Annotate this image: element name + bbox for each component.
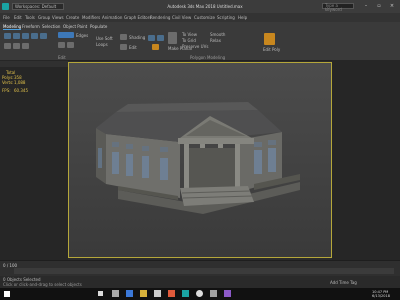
- tab-modeling[interactable]: Modeling: [3, 24, 22, 30]
- tab-selection[interactable]: Selection: [42, 24, 60, 29]
- tab-populate[interactable]: Populate: [90, 24, 107, 29]
- menu-item-customize[interactable]: Customize: [194, 15, 215, 20]
- subdivision-icon[interactable]: [148, 35, 155, 41]
- chrome-icon[interactable]: [196, 290, 203, 297]
- panel-header: [0, 61, 68, 67]
- menu-item-tools[interactable]: Tools: [25, 15, 35, 20]
- tab-object-paint[interactable]: Object Paint: [63, 24, 87, 29]
- preserve-uvs-label[interactable]: Preserve UVs: [182, 44, 208, 49]
- selection-label: Edges: [76, 33, 89, 38]
- taskbar-clock[interactable]: 10:47 PM 6/13/2018: [372, 290, 390, 298]
- stats-fps-value: 60.345: [14, 88, 28, 93]
- shading-icon[interactable]: [120, 34, 127, 40]
- menu-item-civil-view[interactable]: Civil View: [172, 15, 191, 20]
- menu-item-create[interactable]: Create: [66, 15, 79, 20]
- store-icon[interactable]: [154, 290, 161, 297]
- menu-item-help[interactable]: Help: [238, 15, 247, 20]
- app-icon[interactable]: [224, 290, 231, 297]
- file-explorer-icon[interactable]: [140, 290, 147, 297]
- tool-icon[interactable]: [13, 43, 20, 49]
- app-icon[interactable]: [210, 290, 217, 297]
- edit-icon[interactable]: [120, 44, 127, 50]
- vertex-mode-icon[interactable]: [4, 33, 11, 39]
- shrink-icon[interactable]: [67, 42, 74, 48]
- edge-mode-icon[interactable]: [13, 33, 20, 39]
- clock-date: 6/13/2018: [372, 294, 390, 298]
- menu-item-group[interactable]: Group: [38, 15, 50, 20]
- tris-icon[interactable]: [157, 35, 164, 41]
- edit-label[interactable]: Edit: [129, 45, 137, 50]
- add-time-tag-button[interactable]: Add Time Tag: [330, 280, 357, 285]
- polygon-mode-icon[interactable]: [31, 33, 38, 39]
- building-model[interactable]: [68, 62, 332, 258]
- search-input[interactable]: Type a keyword: [322, 3, 354, 12]
- edge-browser-icon[interactable]: [126, 290, 133, 297]
- ribbon-panel-caption: Polygon Modeling: [190, 55, 226, 60]
- command-panel: [332, 60, 400, 260]
- stats-verts-value: 1,088: [14, 80, 26, 85]
- maximize-icon[interactable]: ▫: [373, 2, 385, 11]
- make-planar-icon[interactable]: [168, 32, 177, 44]
- selection-mode-button[interactable]: [58, 32, 74, 38]
- smooth-label[interactable]: Smooth: [210, 32, 225, 37]
- minimize-icon[interactable]: –: [360, 2, 372, 11]
- app-icon[interactable]: [168, 290, 175, 297]
- search-icon[interactable]: [98, 291, 103, 296]
- loops-label[interactable]: Loops: [96, 42, 108, 47]
- use-soft-label[interactable]: Use Soft: [96, 36, 113, 41]
- menu-item-scripting[interactable]: Scripting: [217, 15, 235, 20]
- stats-fps-label: FPS:: [2, 88, 11, 93]
- to-grid-label[interactable]: To Grid: [182, 38, 196, 43]
- app-logo-icon[interactable]: [2, 3, 9, 10]
- window-title: Autodesk 3ds Max 2018 Untitled.max: [167, 4, 243, 9]
- to-view-label[interactable]: To View: [182, 32, 197, 37]
- menu-item-modifiers[interactable]: Modifiers: [82, 15, 100, 20]
- stats-verts-label: Verts:: [2, 80, 14, 85]
- menu-item-rendering[interactable]: Rendering: [150, 15, 170, 20]
- menu-item-animation[interactable]: Animation: [102, 15, 122, 20]
- time-slider-track[interactable]: [14, 268, 394, 274]
- workspace-dropdown[interactable]: Workspaces: Default: [12, 3, 64, 10]
- close-icon[interactable]: ×: [386, 2, 398, 11]
- element-mode-icon[interactable]: [40, 33, 47, 39]
- grow-icon[interactable]: [58, 42, 65, 48]
- task-view-icon[interactable]: [112, 290, 119, 297]
- tool-icon[interactable]: [22, 43, 29, 49]
- tab-freeform[interactable]: Freeform: [22, 24, 40, 29]
- prompt-text: Click or click-and-drag to select object…: [3, 282, 82, 287]
- shading-label[interactable]: Shading: [129, 35, 145, 40]
- edit-poly-icon[interactable]: [264, 33, 275, 45]
- menu-item-graph-editors[interactable]: Graph Editors: [124, 15, 151, 20]
- border-mode-icon[interactable]: [22, 33, 29, 39]
- edit-poly-label: Edit Poly: [263, 47, 281, 52]
- menu-item-file[interactable]: File: [3, 15, 10, 20]
- 3ds-max-icon[interactable]: [182, 290, 189, 297]
- relax-label[interactable]: Relax: [210, 38, 221, 43]
- constraint-icon[interactable]: [152, 44, 159, 50]
- menu-item-edit[interactable]: Edit: [14, 15, 22, 20]
- menu-item-views[interactable]: Views: [52, 15, 64, 20]
- start-icon[interactable]: [4, 291, 10, 297]
- tool-icon[interactable]: [4, 43, 11, 49]
